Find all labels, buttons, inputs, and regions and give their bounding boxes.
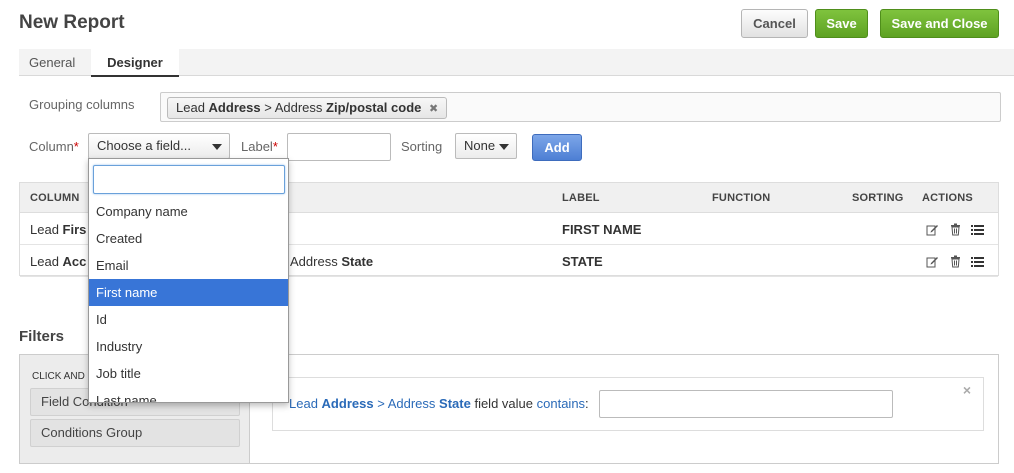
add-button[interactable]: Add	[532, 134, 582, 161]
label-field-label-text: Label	[241, 139, 273, 154]
page-title: New Report	[19, 12, 125, 33]
dropdown-option[interactable]: Id	[89, 306, 288, 333]
dropdown-option[interactable]: Email	[89, 252, 288, 279]
row-column-tail: Address State	[290, 254, 373, 269]
sorting-label: Sorting	[401, 139, 443, 154]
tag-sub-entity: Address	[274, 100, 323, 115]
row-column: Lead Firs	[30, 222, 86, 237]
header-sorting[interactable]: SORTING	[852, 192, 904, 204]
row-column-bold: Firs	[62, 222, 87, 237]
header-function[interactable]: FUNCTION	[712, 192, 770, 204]
delete-icon[interactable]	[949, 255, 962, 268]
filters-title: Filters	[19, 328, 65, 345]
dropdown-option[interactable]: Created	[89, 225, 288, 252]
column-label-text: Column	[29, 139, 74, 154]
remove-tag-icon[interactable]: ✖	[429, 103, 438, 115]
row-column-tail-bold: State	[341, 254, 374, 269]
grouping-tag: Lead Address > Address Zip/postal code ✖	[167, 97, 448, 119]
condition-separator: >	[377, 396, 385, 411]
required-mark: *	[73, 139, 79, 154]
tab-designer[interactable]: Designer	[91, 49, 179, 77]
dropdown-option[interactable]: Last name	[89, 387, 288, 402]
chevron-down-icon	[212, 144, 222, 150]
edit-icon[interactable]	[926, 223, 939, 236]
dropdown-option[interactable]: Job title	[89, 360, 288, 387]
condition-sub-entity[interactable]: Address	[388, 396, 436, 411]
header-column[interactable]: COLUMN	[30, 192, 79, 204]
dropdown-options: Company name Created Email First name Id…	[89, 198, 288, 402]
delete-icon[interactable]	[949, 223, 962, 236]
chevron-down-icon	[499, 144, 509, 150]
close-icon[interactable]: ×	[963, 382, 971, 398]
row-label: FIRST NAME	[562, 222, 642, 237]
tab-bar: General Designer	[19, 49, 1014, 77]
tag-field: Zip/postal code	[326, 100, 422, 115]
grouping-columns-field[interactable]: Lead Address > Address Zip/postal code ✖	[160, 92, 1001, 122]
tag-relation: Address	[208, 100, 261, 115]
header-label[interactable]: LABEL	[562, 192, 600, 204]
column-select-value: Choose a field...	[97, 138, 191, 153]
filters-hint: Click and	[32, 371, 85, 382]
column-label: Column*	[29, 139, 79, 154]
condition-text: Lead Address > Address State field value…	[289, 396, 589, 411]
column-dropdown: Company name Created Email First name Id…	[88, 158, 289, 403]
column-select[interactable]: Choose a field...	[88, 133, 230, 159]
condition-static-text: field value	[474, 396, 533, 411]
dropdown-option-highlighted[interactable]: First name	[89, 279, 288, 306]
row-column-bold: Acc	[62, 254, 87, 269]
row-column-tail-text: Address	[290, 254, 338, 269]
reorder-icon[interactable]	[971, 223, 984, 236]
condition-value-input[interactable]	[599, 390, 893, 418]
save-button[interactable]: Save	[815, 9, 868, 38]
condition-operator[interactable]: contains	[537, 396, 585, 411]
edit-icon[interactable]	[926, 255, 939, 268]
condition-entity[interactable]: Lead	[289, 396, 318, 411]
grouping-columns-label: Grouping columns	[29, 97, 135, 112]
label-field-label: Label*	[241, 139, 278, 154]
condition-relation[interactable]: Address	[322, 396, 374, 411]
reorder-icon[interactable]	[971, 255, 984, 268]
row-column-prefix: Lead	[30, 254, 59, 269]
tag-separator: >	[264, 100, 272, 115]
condition-colon: :	[585, 396, 589, 411]
save-and-close-button[interactable]: Save and Close	[880, 9, 999, 38]
cancel-button[interactable]: Cancel	[741, 9, 808, 38]
row-column: Lead Acc	[30, 254, 86, 269]
sorting-select-value: None	[464, 138, 496, 153]
label-input[interactable]	[287, 133, 391, 161]
condition-field[interactable]: State	[439, 396, 471, 411]
page-header: New Report Cancel Save Save and Close	[0, 0, 1014, 48]
dropdown-option[interactable]: Company name	[89, 198, 288, 225]
tag-entity: Lead	[176, 100, 205, 115]
dropdown-option[interactable]: Industry	[89, 333, 288, 360]
dropdown-search-input[interactable]	[93, 165, 285, 194]
row-label: STATE	[562, 254, 603, 269]
conditions-group-item[interactable]: Conditions Group	[30, 419, 240, 447]
required-mark: *	[272, 139, 278, 154]
header-actions: ACTIONS	[922, 192, 973, 204]
tab-general[interactable]: General	[29, 49, 75, 76]
sorting-select[interactable]: None	[455, 133, 517, 159]
condition-row: Lead Address > Address State field value…	[272, 377, 984, 431]
row-column-prefix: Lead	[30, 222, 59, 237]
